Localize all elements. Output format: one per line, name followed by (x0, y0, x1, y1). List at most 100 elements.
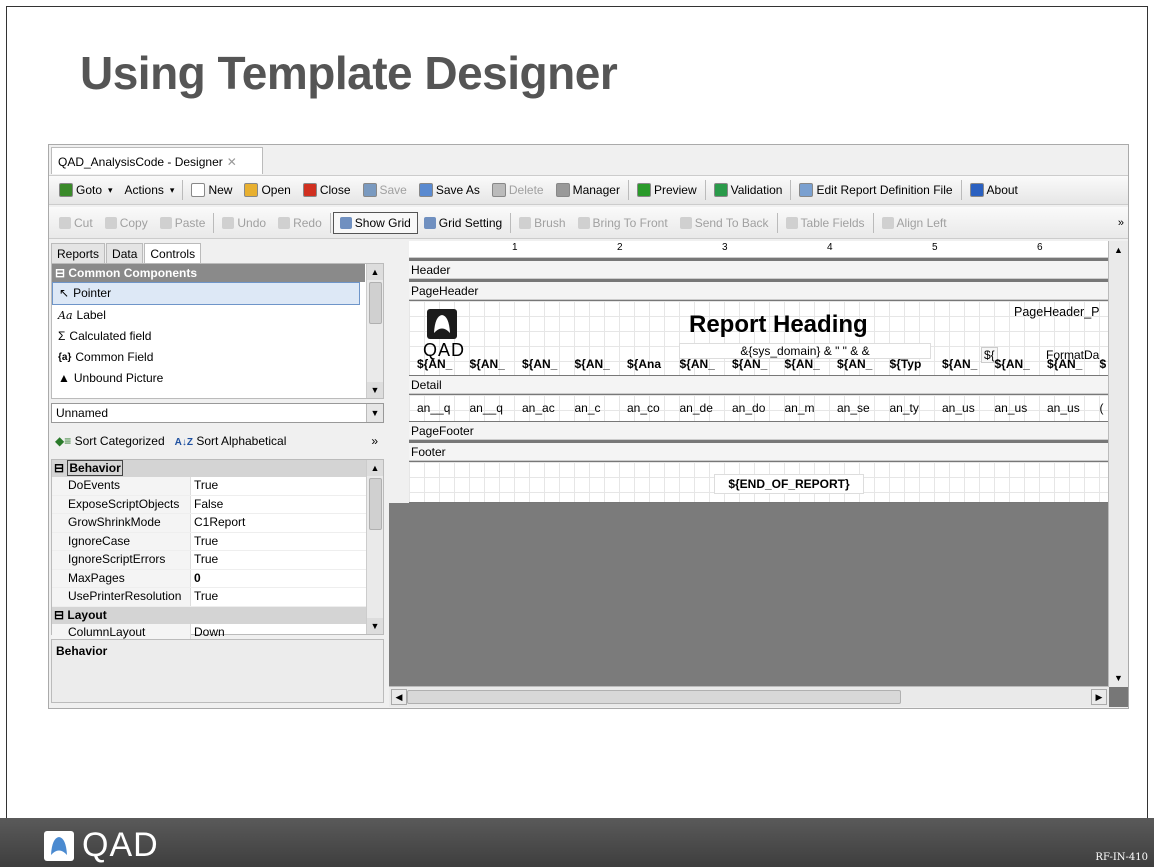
property-row[interactable]: IgnoreCase True (52, 532, 368, 551)
detail-field[interactable]: an_c (575, 401, 601, 415)
column-field[interactable]: ${AN_ (837, 357, 872, 371)
close-tab-icon[interactable]: ✕ (227, 155, 237, 169)
property-value[interactable]: True (191, 588, 218, 606)
detail-field[interactable]: an__q (470, 401, 503, 415)
show-grid-button[interactable]: Show Grid (332, 211, 418, 234)
save-button[interactable]: Save (357, 178, 413, 202)
section-page-header[interactable]: PageHeader (409, 282, 1109, 300)
property-row[interactable]: MaxPages 0 (52, 569, 368, 588)
brush-button[interactable]: Brush (513, 211, 571, 235)
undo-button[interactable]: Undo (216, 211, 272, 235)
components-header[interactable]: ⊟ Common Components (52, 264, 365, 282)
detail-field[interactable]: an_m (785, 401, 815, 415)
align-left-button[interactable]: Align Left (876, 211, 953, 235)
property-row[interactable]: ExposeScriptObjects False (52, 495, 368, 514)
redo-button[interactable]: Redo (272, 211, 328, 235)
more-options-icon[interactable]: » (371, 434, 378, 448)
detail-field[interactable]: an_se (837, 401, 870, 415)
page-header-p-field[interactable]: PageHeader_P (1014, 305, 1099, 319)
detail-field[interactable]: an_us (995, 401, 1028, 415)
bring-to-front-button[interactable]: Bring To Front (572, 211, 674, 235)
end-of-report-field[interactable]: ${END_OF_REPORT} (714, 474, 864, 494)
column-field[interactable]: ${AN_ (732, 357, 767, 371)
new-button[interactable]: New (185, 178, 238, 202)
toolbar-overflow-icon[interactable]: » (1118, 217, 1124, 229)
scroll-down-icon[interactable]: ▼ (367, 618, 383, 634)
column-field[interactable]: ${AN_ (1047, 357, 1082, 371)
property-row[interactable]: DoEvents True (52, 477, 368, 496)
manager-button[interactable]: Manager (550, 178, 626, 202)
detail-field[interactable]: an_do (732, 401, 765, 415)
column-field[interactable]: ${AN_ (575, 357, 610, 371)
column-field[interactable]: ${AN_ (522, 357, 557, 371)
detail-field[interactable]: an__q (417, 401, 450, 415)
property-row[interactable]: GrowShrinkMode C1Report (52, 514, 368, 533)
component-unbound-picture[interactable]: ▲ Unbound Picture (52, 368, 358, 389)
edit-report-definition-file-button[interactable]: Edit Report Definition File (793, 178, 958, 202)
scroll-thumb[interactable] (369, 282, 382, 324)
about-button[interactable]: About (964, 178, 1024, 202)
scroll-up-icon[interactable]: ▲ (1109, 241, 1128, 259)
property-category-layout[interactable]: ⊟ Layout (52, 606, 370, 624)
scroll-up-icon[interactable]: ▲ (367, 264, 383, 280)
property-value[interactable]: True (191, 477, 218, 495)
column-field[interactable]: ${Typ (890, 357, 922, 371)
qad-logo[interactable]: QAD (423, 309, 473, 361)
column-field[interactable]: ${AN_ (995, 357, 1030, 371)
detail-field[interactable]: an_ty (890, 401, 919, 415)
scroll-thumb[interactable] (369, 478, 382, 530)
column-field[interactable]: ${AN_ (942, 357, 977, 371)
canvas-vertical-scrollbar[interactable]: ▲ ▼ (1108, 241, 1128, 687)
component-calculated-field[interactable]: Σ Calculated field (52, 326, 358, 347)
close-button[interactable]: Close (297, 178, 357, 202)
section-header[interactable]: Header (409, 261, 1109, 279)
copy-button[interactable]: Copy (99, 211, 154, 235)
tab-reports[interactable]: Reports (51, 243, 106, 265)
send-to-back-button[interactable]: Send To Back (674, 211, 775, 235)
property-category-behavior[interactable]: ⊟ Behavior (52, 460, 370, 477)
sort-categorized-button[interactable]: ◆≡ Sort Categorized (55, 434, 165, 448)
scroll-down-icon[interactable]: ▼ (1109, 669, 1128, 687)
column-field[interactable]: ${Ana (627, 357, 661, 371)
property-value[interactable]: True (191, 533, 218, 551)
components-scrollbar[interactable]: ▲ ▼ (366, 264, 383, 398)
property-row[interactable]: IgnoreScriptErrors True (52, 551, 368, 570)
property-value[interactable]: True (191, 551, 218, 569)
property-row[interactable]: UsePrinterResolution True (52, 588, 368, 607)
delete-button[interactable]: Delete (486, 178, 550, 202)
cut-button[interactable]: Cut (53, 211, 99, 235)
document-tab[interactable]: QAD_AnalysisCode - Designer ✕ (51, 147, 263, 174)
column-field[interactable]: ${AN_ (470, 357, 505, 371)
paste-button[interactable]: Paste (154, 211, 212, 235)
preview-button[interactable]: Preview (631, 178, 703, 202)
column-field[interactable]: $ (1100, 357, 1107, 371)
detail-field[interactable]: ( (1100, 401, 1104, 415)
property-scrollbar[interactable]: ▲ ▼ (366, 460, 383, 634)
component-pointer[interactable]: ↖ Pointer (52, 282, 360, 305)
scroll-thumb[interactable] (407, 690, 901, 704)
open-button[interactable]: Open (238, 178, 296, 202)
section-detail[interactable]: Detail (409, 376, 1109, 394)
chevron-down-icon[interactable]: ▼ (366, 404, 383, 422)
property-value[interactable]: C1Report (191, 514, 245, 532)
save-as-button[interactable]: Save As (413, 178, 486, 202)
column-field[interactable]: ${AN_ (417, 357, 452, 371)
scroll-right-icon[interactable]: ▶ (1091, 689, 1107, 705)
component-common-field[interactable]: {a} Common Field (52, 347, 358, 368)
detail-field[interactable]: an_de (680, 401, 713, 415)
column-field[interactable]: ${AN_ (785, 357, 820, 371)
component-label-item[interactable]: Aa Label (52, 305, 358, 326)
property-value[interactable]: False (191, 496, 223, 514)
detail-field[interactable]: an_co (627, 401, 660, 415)
section-footer[interactable]: Footer (409, 443, 1109, 461)
scroll-up-icon[interactable]: ▲ (367, 460, 383, 476)
object-select[interactable]: Unnamed ▼ (51, 403, 384, 423)
tab-data[interactable]: Data (106, 243, 144, 265)
grid-setting-button[interactable]: Grid Setting (418, 211, 508, 235)
detail-field[interactable]: an_ac (522, 401, 555, 415)
column-field[interactable]: ${AN_ (680, 357, 715, 371)
scroll-down-icon[interactable]: ▼ (367, 382, 383, 398)
table-fields-button[interactable]: Table Fields (780, 211, 871, 235)
actions-button[interactable]: Actions ▾ (119, 178, 181, 202)
tab-controls[interactable]: Controls (144, 243, 202, 265)
